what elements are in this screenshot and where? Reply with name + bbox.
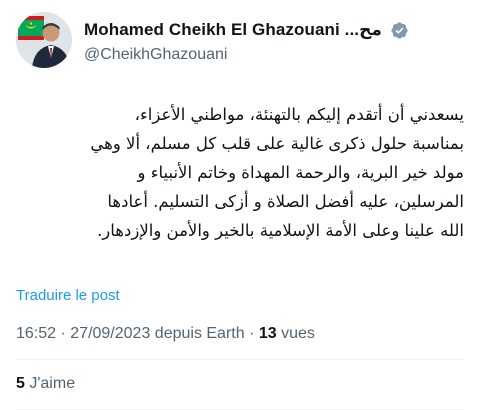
post-date[interactable]: 27/09/2023	[70, 325, 150, 342]
tweet-text-line: يسعدني أن أتقدم إليكم بالتهنئة، مواطني ا…	[134, 105, 464, 124]
avatar-photo	[16, 12, 72, 68]
tweet-text-line: مولد خير البرية، والرحمة المهداة وخاتم ا…	[137, 163, 465, 182]
likes-label: J'aime	[24, 375, 76, 392]
post-time[interactable]: 16:52	[16, 325, 56, 342]
views-label: vues	[276, 325, 315, 342]
user-handle[interactable]: @CheikhGhazouani	[84, 46, 227, 64]
post-source: depuis Earth	[150, 325, 245, 342]
tweet-text-line: بمناسبة حلول ذكرى غالية على قلب كل مسلم،…	[90, 134, 464, 153]
tweet-text: يسعدني أن أتقدم إليكم بالتهنئة، مواطني ا…	[16, 100, 464, 245]
name-row: Mohamed Cheikh El Ghazouani ...مح	[84, 20, 409, 44]
likes-link[interactable]: 5 J'aime	[16, 375, 75, 393]
meta-separator: ·	[56, 325, 71, 342]
translate-post-link[interactable]: Traduire le post	[16, 287, 120, 304]
avatar[interactable]	[16, 12, 72, 68]
tweet-meta: 16:52 · 27/09/2023 depuis Earth · 13 vue…	[16, 325, 315, 343]
views-count: 13	[258, 325, 277, 342]
tweet-text-line: الله علينا وعلى الأمة الإسلامية بالخير و…	[97, 221, 464, 240]
verified-badge-icon	[391, 21, 408, 39]
meta-separator: ·	[244, 325, 259, 342]
likes-count: 5	[16, 375, 25, 392]
display-name[interactable]: Mohamed Cheikh El Ghazouani ...مح	[84, 20, 382, 39]
tweet-text-line: المرسلين، عليه أفضل الصلاة و أزكى التسلي…	[107, 192, 464, 211]
tweet-header: Mohamed Cheikh El Ghazouani ...مح @Cheik…	[16, 12, 464, 72]
mauritania-flag-icon	[18, 16, 44, 40]
divider	[16, 359, 464, 360]
